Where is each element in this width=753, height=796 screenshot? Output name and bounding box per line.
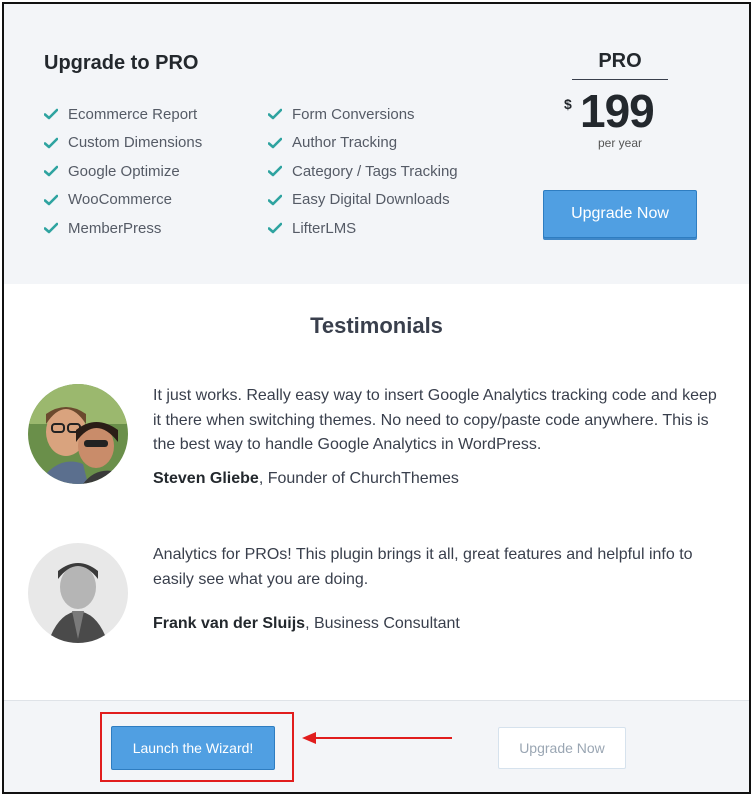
check-icon (44, 221, 58, 235)
check-icon (44, 164, 58, 178)
currency-symbol: $ (564, 96, 572, 112)
author-name: Steven Gliebe (153, 470, 259, 487)
author-role: , Business Consultant (305, 615, 460, 632)
avatar (28, 384, 128, 484)
feature-item: LifterLMS (268, 214, 458, 243)
check-icon (268, 193, 282, 207)
feature-item: Form Conversions (268, 100, 458, 129)
upgrade-panel: Upgrade to PRO Ecommerce Report Custom D… (2, 2, 751, 794)
testimonial-quote: It just works. Really easy way to insert… (153, 387, 717, 453)
feature-item: WooCommerce (44, 186, 202, 215)
feature-label: Ecommerce Report (68, 105, 198, 123)
check-icon (44, 107, 58, 121)
feature-label: Easy Digital Downloads (292, 191, 450, 209)
arrow-left-icon (302, 730, 454, 751)
testimonial-quote: Analytics for PROs! This plugin brings i… (153, 546, 693, 588)
feature-item: Category / Tags Tracking (268, 157, 458, 186)
feature-label: Author Tracking (292, 134, 398, 152)
feature-label: Category / Tags Tracking (292, 162, 458, 180)
pro-section: Upgrade to PRO Ecommerce Report Custom D… (4, 4, 749, 284)
avatar (28, 543, 128, 643)
feature-column-1: Ecommerce Report Custom Dimensions Googl… (44, 100, 202, 243)
check-icon (44, 193, 58, 207)
pro-title: Upgrade to PRO (44, 52, 199, 74)
testimonial-author: Steven Gliebe, Founder of ChurchThemes (153, 470, 459, 488)
check-icon (268, 136, 282, 150)
check-icon (268, 221, 282, 235)
feature-label: Custom Dimensions (68, 134, 203, 152)
feature-label: WooCommerce (68, 191, 172, 209)
feature-item: Ecommerce Report (44, 100, 202, 129)
price: $ 199 (560, 85, 680, 140)
launch-wizard-button[interactable]: Launch the Wizard! (111, 726, 275, 770)
feature-item: Author Tracking (268, 129, 458, 158)
check-icon (44, 136, 58, 150)
plan-label: PRO (572, 50, 668, 80)
upgrade-now-secondary-button[interactable]: Upgrade Now (498, 727, 626, 769)
feature-item: Google Optimize (44, 157, 202, 186)
check-icon (268, 107, 282, 121)
check-icon (268, 164, 282, 178)
author-role: , Founder of ChurchThemes (258, 470, 459, 487)
testimonial-author: Frank van der Sluijs, Business Consultan… (153, 615, 460, 633)
author-name: Frank van der Sluijs (153, 615, 306, 632)
feature-label: LifterLMS (292, 219, 357, 237)
feature-label: Form Conversions (292, 105, 415, 123)
upgrade-now-button[interactable]: Upgrade Now (543, 190, 697, 238)
testimonials-title: Testimonials (310, 313, 443, 338)
feature-item: MemberPress (44, 214, 202, 243)
feature-label: MemberPress (68, 219, 162, 237)
feature-item: Easy Digital Downloads (268, 186, 458, 215)
feature-label: Google Optimize (68, 162, 180, 180)
price-amount: 199 (580, 85, 655, 137)
feature-item: Custom Dimensions (44, 129, 202, 158)
feature-column-2: Form Conversions Author Tracking Categor… (268, 100, 458, 243)
price-box: PRO $ 199 per year (560, 50, 680, 150)
